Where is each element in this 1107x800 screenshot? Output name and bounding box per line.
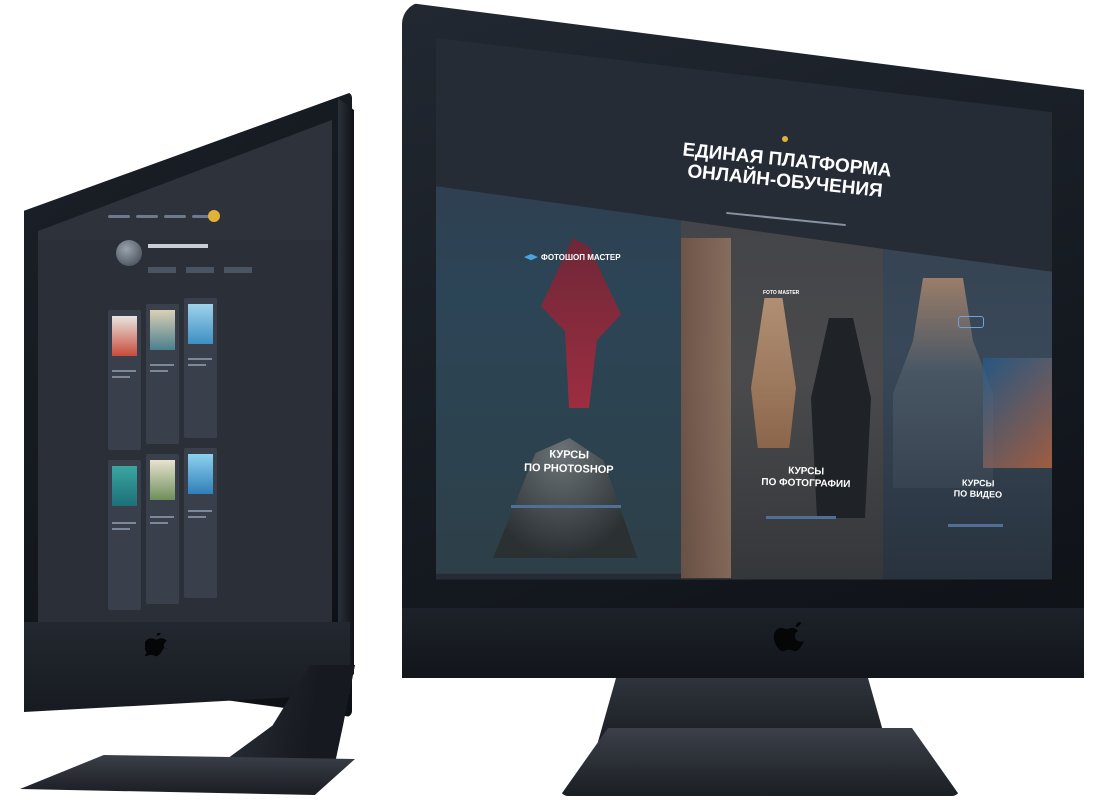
panel-link-photography[interactable] <box>766 516 836 519</box>
course-card <box>184 448 217 598</box>
left-monitor-edge <box>338 98 354 686</box>
video-logo-icon <box>958 316 984 328</box>
profile-stats <box>148 260 318 273</box>
brand-fotoshop-master: ФОТОШОП МАСТЕР <box>524 253 621 262</box>
apple-logo-icon <box>773 622 804 652</box>
course-card <box>184 298 217 438</box>
monitor-shape <box>983 358 1052 468</box>
panel-label-photography: КУРСЫ ПО ФОТОГРАФИИ <box>761 465 851 491</box>
panel-link-video[interactable] <box>948 524 1003 527</box>
left-imac <box>0 0 400 800</box>
panel-photoshop[interactable]: ФОТОШОП МАСТЕР КУРСЫ ПО PHOTOSHOP <box>436 186 681 574</box>
subtitle-line <box>726 211 846 227</box>
panel-photography[interactable]: FOTO MASTER КУРСЫ ПО ФОТОГРАФИИ <box>681 220 883 580</box>
course-card <box>146 454 179 604</box>
panel-label-video: КУРСЫ ПО ВИДЕО <box>953 477 1003 500</box>
figure-dress-shape <box>541 238 621 408</box>
course-card <box>146 304 179 444</box>
panel-video[interactable]: КУРСЫ ПО ВИДЕО <box>883 248 1052 580</box>
site-logo-icon <box>782 136 788 142</box>
apple-logo-icon <box>145 633 169 657</box>
rock-shape <box>493 438 638 558</box>
woman-face-shape <box>681 238 731 578</box>
right-monitor-chin <box>402 608 1084 678</box>
right-monitor-screen: ФОТОШОП МАСТЕР КУРСЫ ПО PHOTOSHOP FOTO M… <box>436 38 1052 580</box>
man-shape <box>893 278 993 488</box>
right-stand-base <box>560 728 960 796</box>
panel-label-photoshop: КУРСЫ ПО PHOTOSHOP <box>523 448 614 477</box>
avatar <box>116 240 142 266</box>
coin-icon <box>208 210 220 222</box>
page-title: ЕДИНАЯ ПЛАТФОРМА ОНЛАЙН-ОБУЧЕНИЯ <box>681 139 893 202</box>
left-stand-base <box>20 755 355 795</box>
model-shape <box>751 298 796 448</box>
left-screen-header <box>38 120 332 240</box>
course-card <box>108 310 141 450</box>
graduation-cap-icon <box>524 253 538 261</box>
course-grid <box>108 298 223 625</box>
course-card <box>108 460 141 610</box>
brand-foto-master: FOTO MASTER <box>763 290 800 296</box>
profile-name-placeholder <box>148 244 208 248</box>
panel-link-photoshop[interactable] <box>511 505 621 508</box>
